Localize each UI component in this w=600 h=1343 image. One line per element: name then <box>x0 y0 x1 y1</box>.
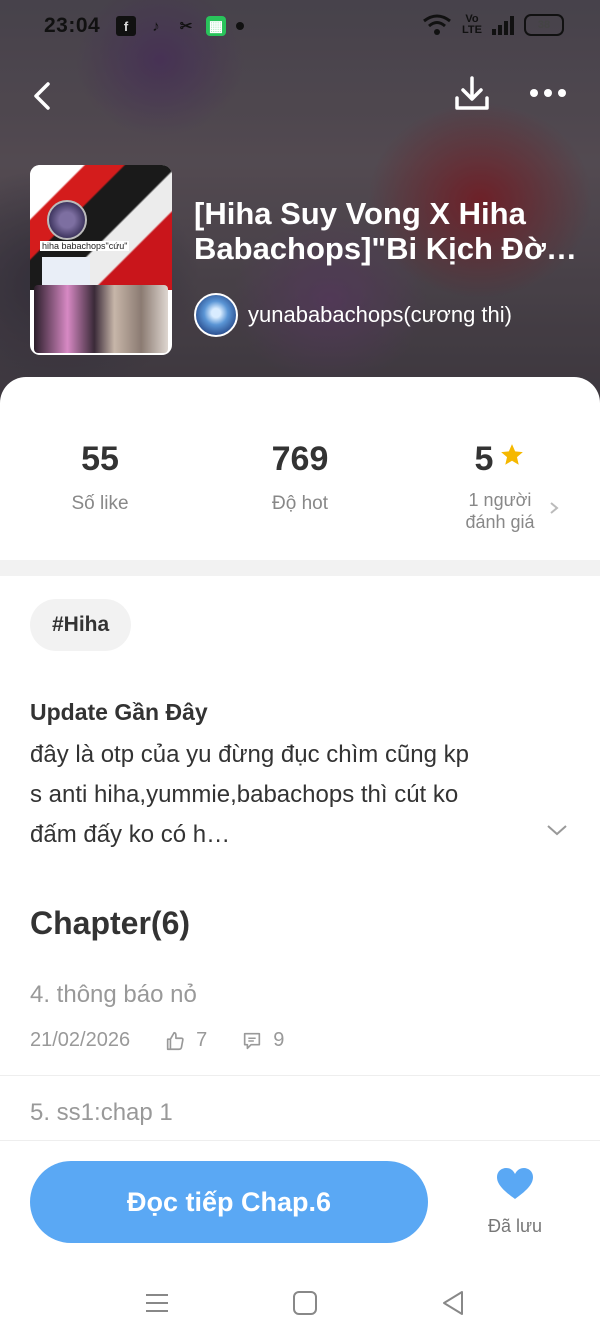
chapter-like-count: 7 <box>196 1029 208 1051</box>
chevron-right-icon <box>550 502 559 514</box>
thumbs-up-icon <box>166 1031 184 1050</box>
hot-stat: 769 Độ hot <box>271 440 329 514</box>
expand-chevron-down-icon[interactable] <box>545 822 569 838</box>
download-icon[interactable] <box>452 74 492 114</box>
story-title: [Hiha Suy Vong X Hiha Babachops]"Bi Kịch… <box>194 196 584 266</box>
status-time: 23:04 <box>44 14 101 37</box>
story-cover-image[interactable]: hiha babachops"cứu" <box>30 165 172 355</box>
tiktok-icon: ♪ <box>152 17 160 35</box>
saved-button[interactable]: Đã lưu <box>468 1167 562 1237</box>
stats-row: 55 Số like 769 Độ hot 5 1 người đánh giá <box>0 440 600 550</box>
continue-reading-button[interactable]: Đọc tiếp Chap.6 <box>30 1161 428 1243</box>
update-description[interactable]: đây là otp của yu đừng đục chìm cũng kp … <box>30 735 540 855</box>
battery-icon: 38 <box>524 14 564 36</box>
bottom-action-bar: Đọc tiếp Chap.6 Đã lưu <box>0 1140 600 1260</box>
system-nav-bar <box>0 1262 600 1343</box>
facebook-icon: f <box>116 16 136 36</box>
heart-icon <box>497 1168 533 1199</box>
chapter-divider <box>0 1075 600 1076</box>
home-icon[interactable] <box>290 1288 320 1318</box>
tag-chip[interactable]: #Hiha <box>30 599 132 651</box>
likes-stat: 55 Số like <box>71 440 129 514</box>
wifi-icon <box>423 14 451 35</box>
more-notifications-icon <box>236 22 244 30</box>
recent-apps-icon[interactable] <box>142 1288 172 1318</box>
rating-stat[interactable]: 5 1 người đánh giá <box>400 440 600 533</box>
chapter-item-title[interactable]: 4. thông báo nỏ <box>30 981 197 1009</box>
system-back-icon[interactable] <box>438 1288 468 1318</box>
section-divider <box>0 560 600 576</box>
signal-icon <box>492 15 514 35</box>
status-bar: 23:04 f ♪ ✂ ▦ Vo LTE 38 <box>0 0 600 52</box>
volte-icon: Vo LTE <box>462 13 482 36</box>
chapter-date: 21/02/2026 <box>30 1029 131 1051</box>
back-icon[interactable] <box>26 76 66 116</box>
chapter-item-title[interactable]: 5. ss1:chap 1 <box>30 1099 173 1127</box>
author-link[interactable]: yunababachops(cương thi) <box>194 292 512 338</box>
comment-icon <box>244 1032 261 1049</box>
story-detail-card: 55 Số like 769 Độ hot 5 1 người đánh giá… <box>0 377 600 1157</box>
capcut-icon: ✂ <box>179 18 193 35</box>
chapter-comment-count: 9 <box>273 1029 285 1051</box>
top-bar <box>0 70 600 120</box>
star-icon <box>501 444 524 465</box>
more-options-icon[interactable] <box>526 78 570 108</box>
author-avatar <box>194 293 238 337</box>
chapter-heading: Chapter(6) <box>30 905 191 941</box>
update-title: Update Gần Đây <box>30 699 208 725</box>
app-notification-icon: ▦ <box>206 16 226 36</box>
chapter-item-meta: 21/02/2026 7 9 <box>30 1029 284 1052</box>
author-name: yunababachops(cương thi) <box>248 302 512 327</box>
